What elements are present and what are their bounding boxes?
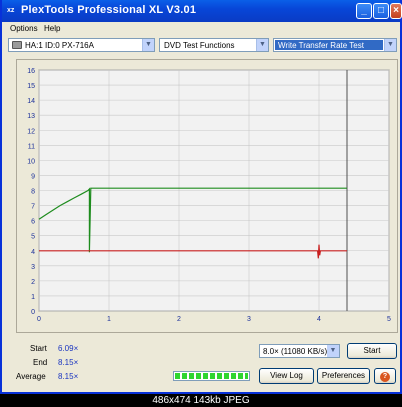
progress-bar: [173, 371, 250, 381]
y-tick-label: 3: [31, 264, 35, 271]
y-tick-label: 4: [31, 249, 35, 256]
drive-select[interactable]: HA:1 ID:0 PX-716A ▼: [8, 38, 155, 52]
y-tick-label: 12: [27, 128, 35, 135]
menu-bar: Options Help: [2, 22, 400, 36]
app-window: xz PlexTools Professional XL V3.01 _ □ ×…: [0, 0, 402, 394]
footer-text: 486x474 143kb JPEG: [152, 395, 250, 406]
x-tick-label: 2: [177, 316, 181, 323]
y-tick-label: 15: [27, 83, 35, 90]
x-tick-label: 0: [37, 316, 41, 323]
menu-options[interactable]: Options: [10, 24, 38, 33]
x-tick-label: 3: [247, 316, 251, 323]
title-bar[interactable]: xz PlexTools Professional XL V3.01 _ □ ×: [2, 0, 402, 22]
average-value: 8.15×: [58, 372, 79, 381]
y-tick-label: 0: [31, 309, 35, 316]
test-select-value: Write Transfer Rate Test: [278, 41, 364, 50]
y-tick-label: 9: [31, 173, 35, 180]
chart-frame: 0 1 2 3 4 5 6 7 8 9 10 11 12 13 14 15 16 0 1 2 3 4 5: [16, 59, 398, 333]
y-tick-label: 5: [31, 234, 35, 241]
y-tick-label: 2: [31, 279, 35, 286]
x-tick-label: 5: [387, 316, 391, 323]
window-title: PlexTools Professional XL V3.01: [21, 4, 197, 16]
minimize-button[interactable]: _: [356, 3, 372, 19]
drive-select-value: HA:1 ID:0 PX-716A: [25, 41, 94, 50]
y-tick-label: 13: [27, 113, 35, 120]
y-tick-label: 14: [27, 98, 35, 105]
y-tick-label: 10: [27, 158, 35, 165]
x-tick-label: 1: [107, 316, 111, 323]
drive-icon: [12, 41, 22, 49]
chevron-down-icon[interactable]: ▼: [327, 345, 339, 357]
menu-help[interactable]: Help: [44, 24, 60, 33]
test-select[interactable]: Write Transfer Rate Test ▼: [273, 38, 397, 52]
start-label: Start: [30, 344, 47, 353]
view-log-button[interactable]: View Log: [259, 368, 314, 384]
close-button[interactable]: ×: [390, 3, 402, 19]
speed-select-value: 8.0× (11080 KB/s): [263, 347, 328, 356]
function-select-value: DVD Test Functions: [164, 41, 235, 50]
x-tick-label: 4: [317, 316, 321, 323]
y-tick-label: 11: [28, 143, 35, 150]
average-label: Average: [16, 372, 46, 381]
preferences-button[interactable]: Preferences: [317, 368, 370, 384]
start-value: 6.09×: [58, 344, 79, 353]
speed-select[interactable]: 8.0× (11080 KB/s) ▼: [259, 344, 340, 358]
start-button[interactable]: Start: [347, 343, 397, 359]
progress-fill: [175, 373, 248, 379]
y-tick-label: 16: [27, 68, 35, 75]
chevron-down-icon[interactable]: ▼: [384, 39, 396, 51]
chevron-down-icon[interactable]: ▼: [256, 39, 268, 51]
function-select[interactable]: DVD Test Functions ▼: [159, 38, 269, 52]
maximize-button[interactable]: □: [373, 3, 389, 19]
app-icon: xz: [7, 7, 15, 14]
y-tick-label: 6: [31, 219, 35, 226]
end-label: End: [33, 358, 48, 367]
y-tick-label: 7: [31, 204, 35, 211]
help-icon: ?: [380, 372, 390, 382]
chevron-down-icon[interactable]: ▼: [142, 39, 154, 51]
image-footer: 486x474 143kb JPEG: [0, 394, 402, 407]
transfer-rate-chart: 0123456789101112131415160 1 2 3 4 5: [27, 68, 391, 323]
end-value: 8.15×: [58, 358, 79, 367]
y-tick-label: 8: [31, 189, 35, 196]
y-tick-label: 1: [31, 294, 35, 301]
help-button[interactable]: ?: [374, 368, 396, 384]
